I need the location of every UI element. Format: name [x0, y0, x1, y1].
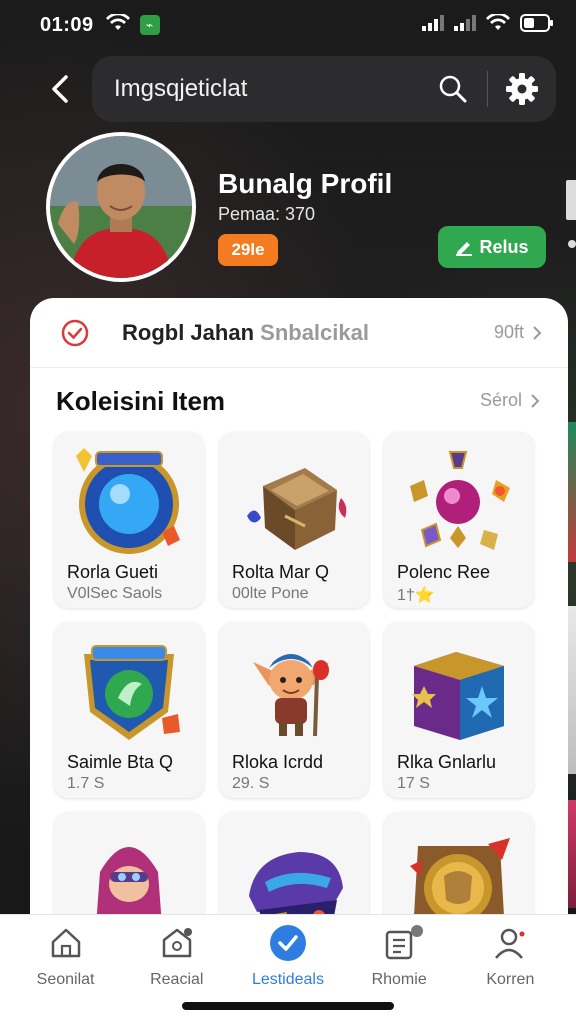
chevron-right-icon [531, 393, 540, 408]
nav-label: Reacial [150, 971, 204, 988]
profile-icon [490, 923, 530, 963]
item-tile[interactable]: Saimle Bta Q 1.7 S [54, 622, 204, 798]
item-tile[interactable]: Rloka Icrdd 29. S [219, 622, 369, 798]
action-button-label: Relus [479, 236, 529, 257]
item-name: Rloka Icrdd [232, 752, 324, 772]
check-circle-icon [61, 319, 89, 346]
search-icon [439, 75, 467, 103]
task-more-link[interactable]: 90ft [494, 322, 542, 343]
item-tile[interactable]: Polenc Ree 1†⭐ [384, 432, 534, 608]
nav-label: Seonilat [36, 971, 95, 988]
cellular-signal-icon [422, 14, 444, 36]
back-button[interactable] [40, 69, 80, 109]
item-name: Polenc Ree [397, 562, 491, 582]
gear-icon [506, 73, 538, 105]
search-button[interactable] [435, 71, 471, 107]
item-name: Rorla Gueti [67, 562, 159, 582]
task-title-main: Rogbl Jahan [122, 319, 255, 345]
collection-more-link[interactable]: Sérol [480, 390, 540, 411]
status-bar: 01:09 ⌁ [0, 0, 576, 50]
magic-orb-gems-icon [394, 442, 524, 560]
item-tile[interactable]: Rolta Mar Q 00lte Pone [219, 432, 369, 608]
task-title: Rogbl Jahan Snbalcikal [122, 320, 369, 346]
star-chest-icon [394, 632, 524, 750]
blue-orb-shield-icon [64, 442, 194, 560]
cellular-signal-2-icon [454, 14, 476, 36]
item-tile[interactable]: Rlka Gnlarlu 17 S [384, 622, 534, 798]
profile-name: Bunalg Profil [218, 168, 393, 199]
battery-icon [520, 13, 554, 37]
search-input[interactable]: Imgsqjeticlat [114, 75, 435, 103]
notification-dot [411, 925, 424, 937]
chevron-right-icon [533, 325, 542, 340]
item-sub: V0lSec Saols [67, 585, 163, 602]
action-button[interactable]: Relus [438, 226, 546, 268]
nav-item-home[interactable]: Seonilat [16, 923, 116, 1024]
house-badge-icon [157, 923, 197, 963]
person-avatar [50, 136, 192, 278]
item-sub: 1.7 S [67, 775, 105, 792]
nav-item-profile[interactable]: Korren [460, 923, 560, 1024]
search-bar[interactable]: Imgsqjeticlat [92, 56, 556, 122]
wifi-icon [486, 12, 510, 37]
item-name: Rlka Gnlarlu [397, 752, 497, 772]
back-arrow-icon [52, 75, 68, 103]
level-badge: 29le [218, 234, 278, 266]
item-sub: 29. S [232, 775, 270, 792]
edit-icon [456, 242, 473, 256]
home-icon [46, 923, 86, 963]
home-indicator [182, 1002, 394, 1010]
treasure-box-icon [229, 442, 359, 560]
task-row[interactable]: Rogbl Jahan Snbalcikal 90ft [30, 298, 568, 368]
item-sub: 1†⭐ [397, 587, 435, 604]
collection-more-label: Sérol [479, 390, 522, 410]
edge-peek [566, 180, 576, 220]
nav-label: Lestideals [251, 971, 324, 988]
item-grid: Rorla Gueti V0lSec Saols Rolta Mar Q 00l… [54, 432, 534, 988]
green-emblem-shield-icon [64, 632, 194, 750]
settings-button[interactable] [504, 71, 540, 107]
profile-subtitle: Pemaa: 370 [218, 204, 316, 224]
top-header: Imgsqjeticlat [0, 54, 576, 124]
edge-dot [568, 240, 576, 248]
task-title-muted: Snbalcikal [260, 319, 369, 345]
content-card: Rogbl Jahan Snbalcikal 90ft Koleisini It… [30, 298, 568, 988]
app-notification-icon: ⌁ [139, 15, 160, 35]
goblin-warrior-icon [229, 632, 359, 750]
item-name: Saimle Bta Q [67, 752, 174, 772]
item-tile[interactable]: Rorla Gueti V0lSec Saols [54, 432, 204, 608]
status-time: 01:09 [40, 13, 94, 36]
search-divider [487, 71, 488, 107]
profile-avatar[interactable] [46, 132, 196, 282]
collection-title: Koleisini Item [56, 386, 226, 416]
nav-label: Korren [486, 971, 535, 988]
task-more-label: 90ft [493, 322, 524, 342]
check-badge-icon [268, 923, 308, 963]
item-sub: 00lte Pone [232, 585, 309, 602]
wifi-icon [105, 12, 130, 37]
item-sub: 17 S [397, 775, 430, 792]
nav-label: Rhomie [371, 971, 427, 988]
item-name: Rolta Mar Q [232, 562, 330, 582]
